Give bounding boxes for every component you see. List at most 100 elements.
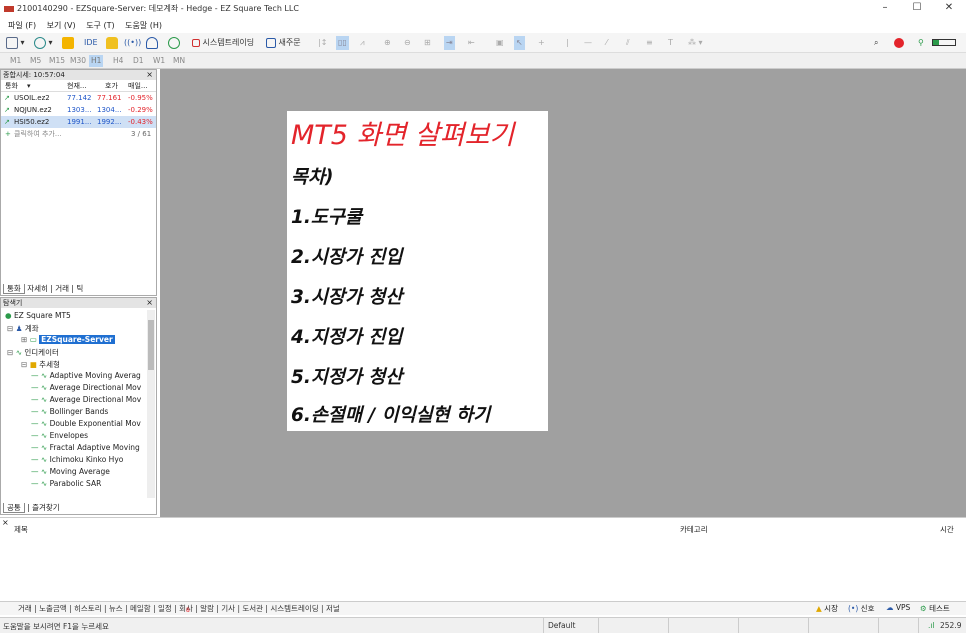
- chart-shift-icon[interactable]: ⇤: [468, 36, 475, 50]
- search-icon[interactable]: ⌕: [874, 36, 878, 50]
- indicator-icon: — ∿: [31, 479, 50, 488]
- navigator-scrollbar[interactable]: [147, 310, 155, 498]
- notifications-icon[interactable]: [894, 36, 904, 50]
- channel-icon[interactable]: ⫽: [626, 36, 630, 50]
- vps-tab[interactable]: ☁ VPS: [886, 603, 910, 612]
- tf-m30[interactable]: M30: [68, 55, 88, 67]
- profiles-icon[interactable]: [62, 36, 74, 50]
- tree-server[interactable]: ⊞ ▭ EZSquare-Server: [21, 335, 115, 344]
- status-profile: Default: [548, 621, 576, 630]
- algo-trading-button[interactable]: 시스템트레이딩: [192, 36, 254, 50]
- signals-tab[interactable]: (•) 신호: [848, 603, 874, 614]
- templates-icon[interactable]: ▾: [34, 36, 53, 50]
- bar-chart-icon[interactable]: |↕: [318, 36, 327, 50]
- symbol-count: 3 / 61: [131, 130, 152, 138]
- tab-trading[interactable]: 거래: [55, 284, 69, 293]
- close-icon[interactable]: ×: [2, 518, 9, 527]
- col-bid[interactable]: 현재...: [67, 80, 87, 92]
- tree-indicator-item[interactable]: — ∿ Adaptive Moving Averag: [31, 371, 141, 380]
- trendline-icon[interactable]: ⁄: [606, 36, 607, 50]
- tree-indicator-item[interactable]: — ∿ Parabolic SAR: [31, 479, 101, 488]
- menu-file[interactable]: 파일 (F): [8, 20, 36, 31]
- tree-indicator-item[interactable]: — ∿ Fractal Adaptive Moving: [31, 443, 140, 452]
- tab-details[interactable]: 자세히: [27, 284, 48, 293]
- minimize-button[interactable]: –: [874, 2, 896, 16]
- tf-m15[interactable]: M15: [47, 55, 67, 67]
- col-ask[interactable]: 호가: [105, 80, 118, 92]
- market-tab[interactable]: ▲ 시장: [816, 603, 838, 614]
- col-category[interactable]: 카테고리: [680, 524, 708, 535]
- col-symbol[interactable]: 통화: [5, 80, 18, 92]
- market-icon[interactable]: [168, 36, 180, 50]
- menu-tools[interactable]: 도구 (T): [86, 20, 114, 31]
- tree-root[interactable]: ● EZ Square MT5: [5, 311, 71, 320]
- menu-view[interactable]: 보기 (V): [47, 20, 76, 31]
- tf-m5[interactable]: M5: [28, 55, 43, 67]
- autoscroll-icon[interactable]: ⇥: [444, 36, 455, 50]
- tab-ticks[interactable]: 틱: [76, 284, 83, 293]
- tree-indicator-item[interactable]: — ∿ Double Exponential Mov: [31, 419, 141, 428]
- tree-indicators[interactable]: ⊟ ∿ 인디케이터: [7, 347, 59, 358]
- tree-trend[interactable]: ⊟ ■ 추세형: [21, 359, 60, 370]
- tab-symbols[interactable]: 통화: [3, 284, 25, 294]
- cursor-icon[interactable]: ↖: [514, 36, 525, 50]
- vertical-line-icon[interactable]: |: [566, 36, 569, 50]
- signal-icon[interactable]: ((•)): [124, 36, 141, 50]
- lock-icon[interactable]: [106, 36, 118, 50]
- screenshot-icon[interactable]: ▣: [496, 36, 504, 50]
- add-symbol-row[interactable]: + 클릭하여 추가... 3 / 61: [1, 128, 156, 140]
- tree-indicator-item[interactable]: — ∿ Average Directional Mov: [31, 395, 141, 404]
- zoom-out-icon[interactable]: ⊖: [404, 36, 411, 50]
- close-button[interactable]: ✕: [938, 2, 960, 16]
- tree-accounts[interactable]: ⊟ ♟ 계좌: [7, 323, 39, 334]
- shapes-icon[interactable]: ⁂ ▾: [688, 36, 703, 50]
- grid-icon[interactable]: ⊞: [424, 36, 431, 50]
- zoom-in-icon[interactable]: ⊕: [384, 36, 391, 50]
- crosshair-icon[interactable]: +: [538, 36, 545, 50]
- text-tool-icon[interactable]: T: [668, 36, 673, 50]
- list-item[interactable]: ↗ HSI50.ez2 1991... 1992... -0.43%: [1, 116, 156, 128]
- tf-h4[interactable]: H4: [111, 55, 125, 67]
- col-subject[interactable]: 제목: [14, 524, 28, 535]
- tab-favorites[interactable]: 즐겨찾기: [32, 503, 60, 512]
- maximize-button[interactable]: ☐: [906, 2, 928, 16]
- candle-chart-icon[interactable]: ▯▯: [336, 36, 349, 50]
- close-icon[interactable]: ×: [146, 298, 153, 308]
- ide-button[interactable]: IDE: [84, 36, 98, 50]
- toolbox-tab-list[interactable]: 거래 | 노출금액 | 히스토리 | 뉴스 | 메일함 | 일정 | 회사 | …: [18, 603, 340, 614]
- tree-root-label: EZ Square MT5: [13, 311, 71, 320]
- line-chart-icon[interactable]: ⩘: [360, 36, 365, 50]
- new-order-label: 새주문: [278, 38, 301, 47]
- cloud-icon[interactable]: [146, 36, 158, 50]
- tf-h1[interactable]: H1: [89, 55, 104, 67]
- tree-indicator-item[interactable]: — ∿ Bollinger Bands: [31, 407, 108, 416]
- tree-indicator-item[interactable]: — ∿ Moving Average: [31, 467, 110, 476]
- tf-d1[interactable]: D1: [131, 55, 146, 67]
- toc-item: 2.시장가 진입: [291, 247, 403, 268]
- tf-w1[interactable]: W1: [151, 55, 167, 67]
- tester-tab[interactable]: ⚙ 테스트: [920, 603, 950, 614]
- tf-m1[interactable]: M1: [8, 55, 23, 67]
- col-time[interactable]: 시간: [940, 524, 954, 535]
- scrollbar-thumb[interactable]: [148, 320, 154, 370]
- menu-help[interactable]: 도움말 (H): [125, 20, 162, 31]
- toc-label: 목차): [291, 167, 334, 188]
- fibonacci-icon[interactable]: ≡: [646, 36, 653, 50]
- tree-indicator-item[interactable]: — ∿ Envelopes: [31, 431, 88, 440]
- tree-indicator-label: Ichimoku Kinko Hyo: [49, 455, 124, 464]
- tf-mn[interactable]: MN: [171, 55, 187, 67]
- list-item[interactable]: ↗ NQJUN.ez2 1303... 1304... -0.29%: [1, 104, 156, 116]
- tree-indicator-label: Bollinger Bands: [49, 407, 109, 416]
- connection-icon[interactable]: ⚲: [918, 36, 924, 50]
- tab-common[interactable]: 공통: [3, 503, 25, 513]
- chart-type-icon[interactable]: ▾: [6, 36, 25, 50]
- close-icon[interactable]: ×: [146, 70, 153, 80]
- tree-indicator-item[interactable]: — ∿ Ichimoku Kinko Hyo: [31, 455, 123, 464]
- list-item[interactable]: ↗ USOIL.ez2 77.142 77.161 -0.95%: [1, 92, 156, 104]
- symbol-name: USOIL.ez2: [14, 94, 50, 102]
- new-order-button[interactable]: 새주문: [266, 36, 301, 50]
- chart-area[interactable]: [160, 69, 966, 517]
- tree-indicator-item[interactable]: — ∿ Average Directional Mov: [31, 383, 141, 392]
- col-change[interactable]: 매일...: [128, 80, 148, 92]
- horizontal-line-icon[interactable]: —: [584, 36, 592, 50]
